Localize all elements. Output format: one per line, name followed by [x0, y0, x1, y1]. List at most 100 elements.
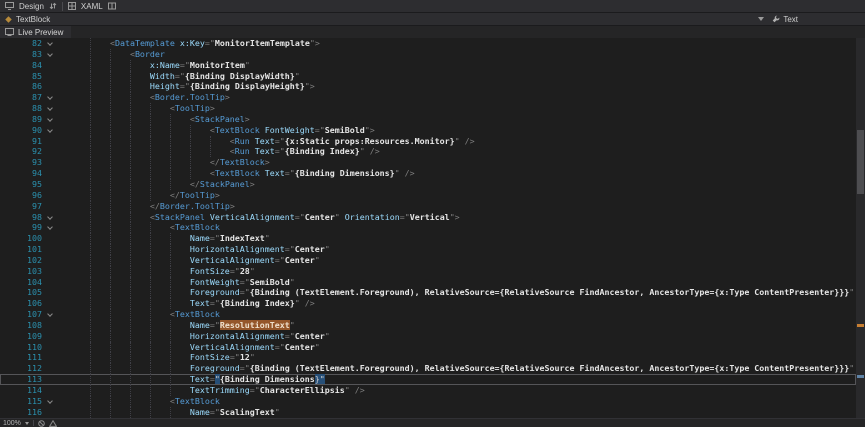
fold-chevron-icon[interactable] [42, 309, 58, 320]
code-line[interactable]: 92 <Run Text="{Binding Index}" /> [0, 146, 856, 157]
fold-gutter [42, 190, 58, 201]
code-line[interactable]: 103FontSize="28" [0, 266, 856, 277]
fold-gutter [42, 385, 58, 396]
line-number: 100 [0, 233, 42, 244]
chevron-down-icon[interactable] [758, 17, 764, 21]
code-line[interactable]: 114TextTrimming="CharacterEllipsis" /> [0, 385, 856, 396]
status-warning-icon[interactable] [49, 420, 57, 427]
line-number: 89 [0, 114, 42, 125]
code-line[interactable]: 106Text="{Binding Index}" /> [0, 298, 856, 309]
fold-gutter [42, 407, 58, 418]
fold-chevron-icon[interactable] [42, 396, 58, 407]
zoom-level[interactable]: 100% [3, 420, 21, 427]
code-text: <Run Text="{Binding Index}" /> [58, 146, 856, 157]
line-number: 106 [0, 298, 42, 309]
line-number: 99 [0, 222, 42, 233]
scrollbar-thumb[interactable] [857, 130, 864, 194]
code-line[interactable]: 88<ToolTip> [0, 103, 856, 114]
fold-chevron-icon[interactable] [42, 103, 58, 114]
code-line[interactable]: 107<TextBlock [0, 309, 856, 320]
code-text: <TextBlock [58, 222, 856, 233]
fold-gutter [42, 374, 58, 385]
code-line[interactable]: 102VerticalAlignment="Center" [0, 255, 856, 266]
code-text: <ToolTip> [58, 103, 856, 114]
code-line[interactable]: 100Name="IndexText" [0, 233, 856, 244]
fold-chevron-icon[interactable] [42, 49, 58, 60]
tab-live-preview[interactable]: Live Preview [0, 26, 71, 38]
line-number: 112 [0, 363, 42, 374]
fold-chevron-icon[interactable] [42, 38, 58, 49]
xaml-grid-icon [68, 2, 76, 10]
code-line[interactable]: 89 <StackPanel> [0, 114, 856, 125]
code-line[interactable]: 116 Name="ScalingText" [0, 407, 856, 418]
code-line[interactable]: 97</Border.ToolTip> [0, 201, 856, 212]
xaml-code-editor[interactable]: 82<DataTemplate x:Key="MonitorItemTempla… [0, 38, 865, 418]
code-line[interactable]: 115<TextBlock [0, 396, 856, 407]
code-line[interactable]: 84x:Name="MonitorItem" [0, 60, 856, 71]
fold-chevron-icon[interactable] [42, 222, 58, 233]
fold-gutter [42, 60, 58, 71]
line-number: 86 [0, 81, 42, 92]
code-line[interactable]: 105Foreground="{Binding (TextElement.For… [0, 287, 856, 298]
code-line[interactable]: 83<Border [0, 49, 856, 60]
code-line[interactable]: 94<TextBlock Text="{Binding Dimensions}"… [0, 168, 856, 179]
status-circle-icon[interactable] [38, 420, 45, 427]
line-number: 102 [0, 255, 42, 266]
zoom-chevron-icon[interactable] [25, 422, 29, 425]
code-text: FontSize="28" [58, 266, 856, 277]
code-line[interactable]: 87<Border.ToolTip> [0, 92, 856, 103]
element-dropdown[interactable]: TextBlock [16, 15, 50, 24]
code-line[interactable]: 112Foreground="{Binding (TextElement.For… [0, 363, 856, 374]
code-line[interactable]: 82<DataTemplate x:Key="MonitorItemTempla… [0, 38, 856, 49]
code-text: <TextBlock Text="{Binding Dimensions}" /… [58, 168, 856, 179]
code-line[interactable]: 91<Run Text="{x:Static props:Resources.M… [0, 136, 856, 147]
fold-gutter [42, 331, 58, 342]
code-line[interactable]: 98<StackPanel VerticalAlignment="Center"… [0, 212, 856, 223]
code-text: FontSize="12" [58, 352, 856, 363]
scrollbar[interactable] [856, 38, 865, 418]
code-line[interactable]: 95</StackPanel> [0, 179, 856, 190]
code-text: <StackPanel> [58, 114, 856, 125]
code-line[interactable]: 93</TextBlock> [0, 157, 856, 168]
code-line[interactable]: 101HorizontalAlignment="Center" [0, 244, 856, 255]
line-number: 96 [0, 190, 42, 201]
tab-xaml[interactable]: XAML [81, 2, 103, 11]
fold-gutter [42, 266, 58, 277]
code-line[interactable]: 99 <TextBlock [0, 222, 856, 233]
code-text: HorizontalAlignment="Center" [58, 331, 856, 342]
editor-status-strip: 100% [0, 418, 865, 427]
code-line[interactable]: 110VerticalAlignment="Center" [0, 342, 856, 353]
code-line[interactable]: 96 </ToolTip> [0, 190, 856, 201]
fold-chevron-icon[interactable] [42, 114, 58, 125]
fold-gutter [42, 244, 58, 255]
swap-views-icon[interactable] [49, 2, 57, 10]
tab-design[interactable]: Design [19, 2, 44, 11]
code-line[interactable]: 113Text="{Binding Dimensions}" [0, 374, 856, 385]
code-line[interactable]: 85Width="{Binding DisplayWidth}" [0, 71, 856, 82]
line-number: 90 [0, 125, 42, 136]
code-line[interactable]: 109HorizontalAlignment="Center" [0, 331, 856, 342]
code-text: <Run Text="{x:Static props:Resources.Mon… [58, 136, 856, 147]
line-number: 111 [0, 352, 42, 363]
fold-gutter [42, 363, 58, 374]
line-number: 92 [0, 146, 42, 157]
fold-gutter [42, 71, 58, 82]
split-view-icon[interactable] [108, 2, 116, 10]
code-line[interactable]: 111 FontSize="12" [0, 352, 856, 363]
line-number: 116 [0, 407, 42, 418]
fold-chevron-icon[interactable] [42, 125, 58, 136]
code-text: </ToolTip> [58, 190, 856, 201]
line-number: 82 [0, 38, 42, 49]
code-line[interactable]: 90<TextBlock FontWeight="SemiBold"> [0, 125, 856, 136]
code-text: Name="ScalingText" [58, 407, 856, 418]
line-number: 104 [0, 277, 42, 288]
code-line[interactable]: 108Name="ResolutionText" [0, 320, 856, 331]
navigation-bar: TextBlock Text [0, 13, 865, 26]
code-line[interactable]: 104FontWeight="SemiBold" [0, 277, 856, 288]
fold-chevron-icon[interactable] [42, 212, 58, 223]
member-dropdown[interactable]: Text [772, 15, 798, 24]
code-text: Width="{Binding DisplayWidth}" [58, 71, 856, 82]
fold-chevron-icon[interactable] [42, 92, 58, 103]
code-line[interactable]: 86Height="{Binding DisplayHeight}"> [0, 81, 856, 92]
fold-gutter [42, 342, 58, 353]
